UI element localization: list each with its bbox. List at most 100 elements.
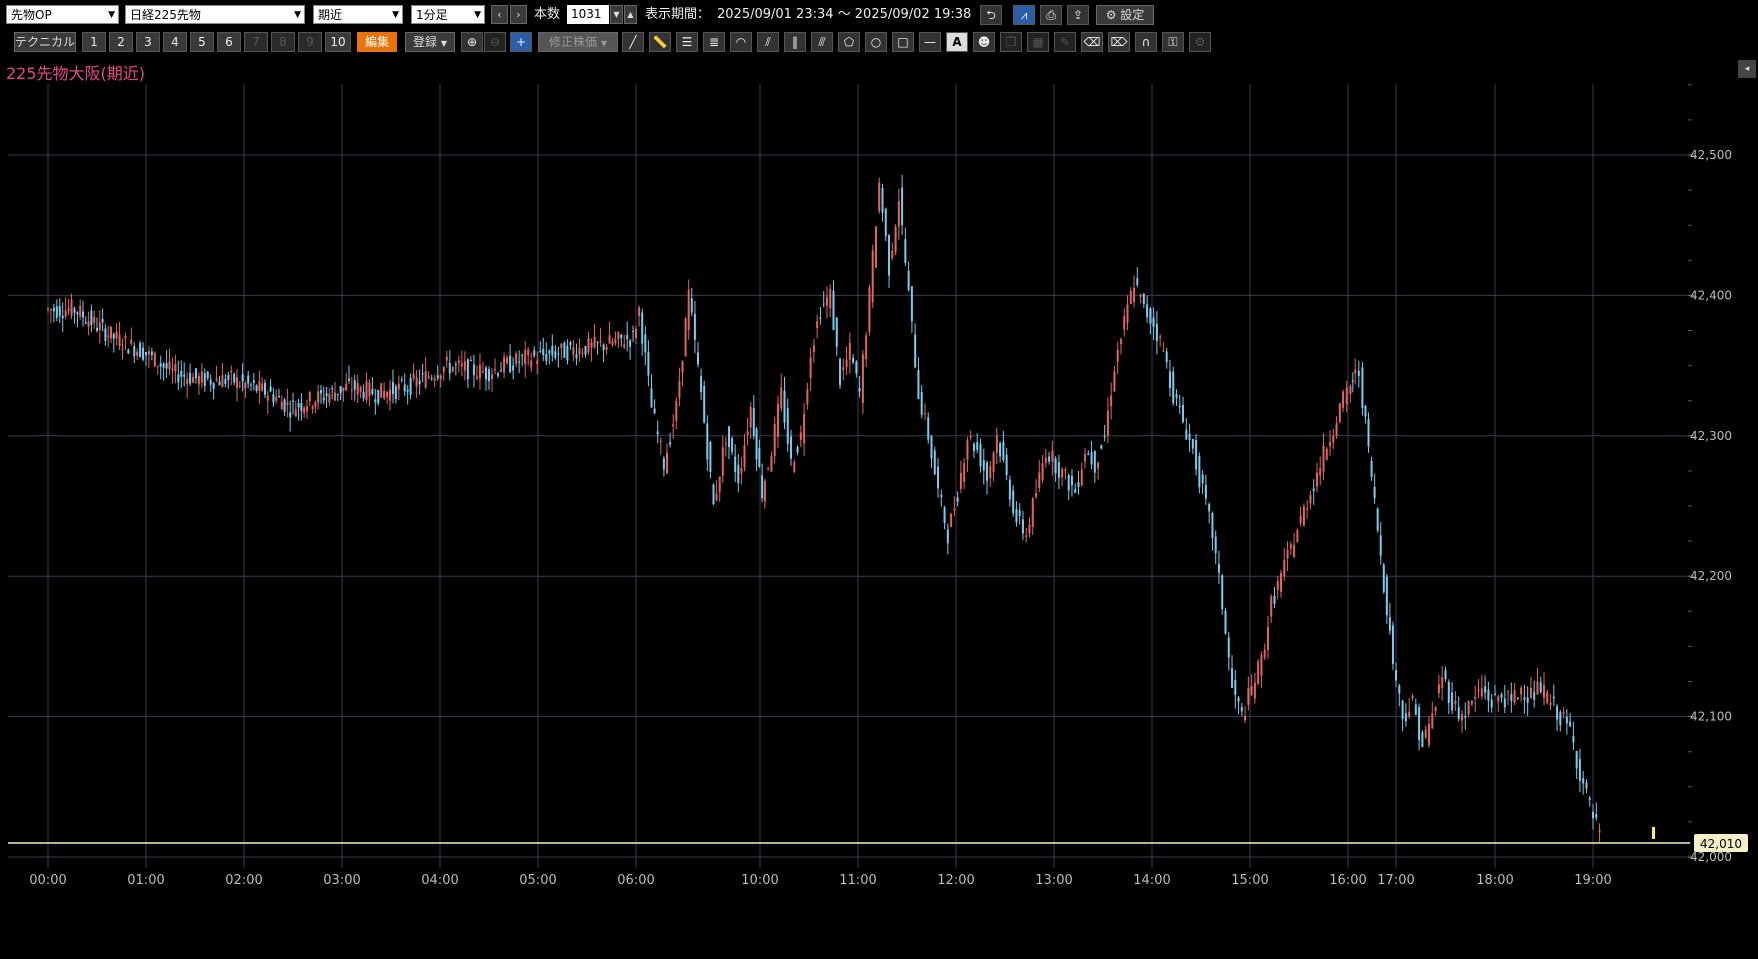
undo-button[interactable]: ⮌ <box>980 5 1002 25</box>
fan-tool[interactable]: ⫽ <box>757 32 779 52</box>
count-input[interactable]: 1031 <box>567 5 609 24</box>
crosshair-button[interactable]: + <box>510 32 532 52</box>
candle-body <box>842 367 845 371</box>
candle-body <box>1237 697 1240 702</box>
candle-body <box>1315 472 1318 487</box>
adjusted-price-select[interactable]: 修正株価 ▼ <box>538 32 618 52</box>
magnet-tool[interactable]: ∩ <box>1135 32 1157 52</box>
edit-button[interactable]: 編集 <box>357 32 397 52</box>
export-icon: ⇪ <box>1072 8 1084 22</box>
register-button[interactable]: 登録 ▼ <box>405 32 455 52</box>
print-button[interactable]: ⎙ <box>1040 5 1062 25</box>
prev-button[interactable]: ‹ <box>491 5 508 24</box>
candle-body <box>342 387 345 391</box>
candle-body <box>809 357 812 379</box>
candle-body <box>1361 367 1364 409</box>
number-button-5[interactable]: 5 <box>190 32 214 52</box>
count-up-button[interactable]: ▲ <box>624 5 637 24</box>
candle-body <box>409 377 412 395</box>
lock-tool[interactable]: ⚿ <box>1162 32 1184 52</box>
candle-body <box>1332 435 1335 443</box>
x-tick-label: 14:00 <box>1133 873 1170 888</box>
eraser-all-icon: ⌦ <box>1110 35 1128 49</box>
candle-body <box>1428 724 1430 746</box>
candle-body <box>238 385 241 387</box>
candle-body <box>1480 688 1483 697</box>
product-select[interactable]: 日経225先物 ▼ <box>125 5 305 24</box>
number-button-3[interactable]: 3 <box>136 32 160 52</box>
candle-body <box>1598 830 1601 833</box>
candle-body <box>1520 687 1523 695</box>
candle-body <box>345 383 348 391</box>
zoom-out-button[interactable]: ⊖ <box>484 32 506 52</box>
export-button[interactable]: ⇪ <box>1067 5 1089 25</box>
number-button-10[interactable]: 10 <box>325 32 351 52</box>
number-button-6[interactable]: 6 <box>217 32 241 52</box>
zoom-in-button[interactable]: ⊕ <box>461 32 483 52</box>
candle-body <box>1444 670 1447 680</box>
candle-body <box>1565 717 1568 724</box>
candle-body <box>460 363 463 367</box>
count-dropdown-button[interactable]: ▼ <box>610 5 623 24</box>
candle-body <box>348 378 350 381</box>
number-button-4[interactable]: 4 <box>163 32 187 52</box>
circle-tool[interactable]: ○ <box>865 32 887 52</box>
time-zone-tool[interactable]: ‖ <box>784 32 806 52</box>
number-button-1[interactable]: 1 <box>82 32 106 52</box>
pentagon-tool[interactable]: ⬠ <box>838 32 860 52</box>
candle-body <box>861 354 864 404</box>
trendline-tool[interactable]: ╱ <box>622 32 644 52</box>
candle-body <box>49 309 52 311</box>
candle-body <box>463 361 466 371</box>
candle-body <box>64 310 67 317</box>
candle-body <box>950 514 953 528</box>
market-select[interactable]: 先物OP ▼ <box>6 5 119 24</box>
candle-body <box>703 386 706 423</box>
interval-select[interactable]: 1分足 ▼ <box>411 5 485 24</box>
candle-body <box>721 447 724 476</box>
number-button-9[interactable]: 9 <box>298 32 322 52</box>
candle-body <box>1221 575 1224 609</box>
number-button-8[interactable]: 8 <box>271 32 295 52</box>
candle-body <box>353 380 356 390</box>
candle-body <box>494 369 497 371</box>
number-button-7[interactable]: 7 <box>244 32 268 52</box>
channel-tool[interactable]: ⫻ <box>811 32 833 52</box>
candle-body <box>1556 706 1559 720</box>
next-button[interactable]: › <box>510 5 527 24</box>
text-tool[interactable]: A <box>946 32 968 52</box>
number-button-2[interactable]: 2 <box>109 32 133 52</box>
candle-body <box>1025 535 1028 537</box>
candle-body <box>566 345 569 361</box>
eraser-tool[interactable]: ⌫ <box>1081 32 1103 52</box>
eraser-all-tool[interactable]: ⌦ <box>1108 32 1130 52</box>
x-tick-label: 01:00 <box>127 873 164 888</box>
contract-select[interactable]: 期近 ▼ <box>313 5 403 24</box>
arc-tool[interactable]: ◠ <box>730 32 752 52</box>
price-chart[interactable]: 00:00 01:00 02:00 03:00 04:00 05:00 06:00 10:00… <box>0 56 1758 959</box>
settings-button[interactable]: ⚙ 設定 <box>1096 5 1154 25</box>
chart-style-button[interactable]: ⩘ <box>1013 5 1035 25</box>
grid-tool[interactable]: ▦ <box>1027 32 1049 52</box>
candle-body <box>894 226 897 253</box>
technical-button[interactable]: テクニカル <box>14 32 76 52</box>
horizontal-lines-tool[interactable]: ☰ <box>676 32 698 52</box>
candle-body <box>269 386 272 392</box>
candle-body <box>1276 581 1279 590</box>
stamp-tool[interactable]: ☻ <box>973 32 995 52</box>
drawing-settings-button[interactable]: ⚙ <box>1189 32 1211 52</box>
pen-tool[interactable]: ✎ <box>1054 32 1076 52</box>
candle-body <box>241 374 244 382</box>
candle-body <box>180 371 183 377</box>
hline-tool[interactable]: — <box>919 32 941 52</box>
candle-body <box>641 312 644 344</box>
candle-body <box>127 349 130 354</box>
fibonacci-tool[interactable]: ≣ <box>703 32 725 52</box>
ruler-tool[interactable]: 📏 <box>649 32 671 52</box>
candle-body <box>790 436 793 459</box>
candle-body <box>666 452 668 474</box>
candle-body <box>294 409 297 417</box>
rectangle-tool[interactable]: □ <box>892 32 914 52</box>
copy-tool[interactable]: ❐ <box>1000 32 1022 52</box>
candle-body <box>1536 681 1539 695</box>
